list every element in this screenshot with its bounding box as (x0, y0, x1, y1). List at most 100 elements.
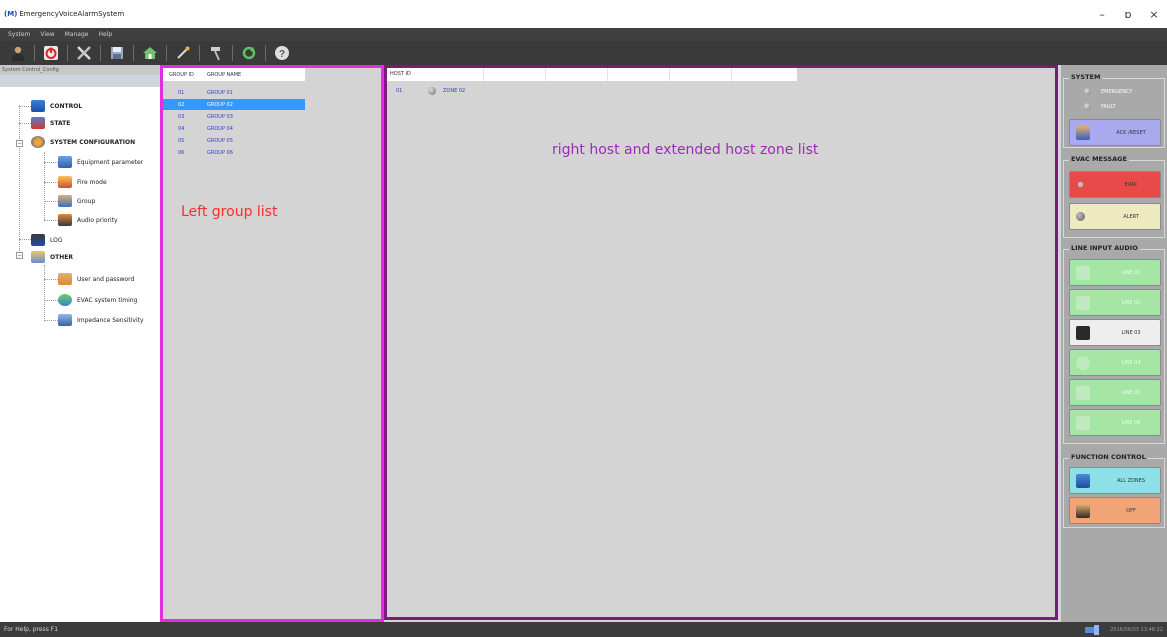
toolbar-separator (100, 45, 101, 61)
log-icon (31, 234, 45, 246)
off-label: OFF (1126, 507, 1136, 514)
tree-item-equipment-parameter[interactable]: Equipment parameter (58, 153, 143, 171)
magic-icon[interactable] (173, 43, 193, 63)
line-03-button[interactable]: LINE 03 (1069, 319, 1161, 346)
fault-indicator: FAULT (1084, 103, 1116, 110)
music-note-icon (1076, 385, 1090, 400)
minimize-button[interactable]: – (1089, 0, 1115, 28)
monitor-icon (31, 100, 45, 112)
function-control-section: FUNCTION CONTROL ALL ZONES OFF (1063, 453, 1165, 528)
tree-label: STATE (50, 119, 71, 127)
line-label: LINE 05 (1121, 389, 1141, 396)
group-row[interactable]: 04 GROUP 04 (163, 123, 305, 134)
alert-label: ALERT (1123, 213, 1139, 220)
refresh-icon[interactable] (239, 43, 259, 63)
tree-label: Equipment parameter (77, 158, 144, 166)
group-row[interactable]: 06 GROUP 06 (163, 147, 305, 158)
power-icon[interactable] (41, 43, 61, 63)
user-password-icon (58, 273, 72, 285)
headphones-icon (1076, 355, 1090, 370)
line-06-button[interactable]: LINE 06 (1069, 409, 1161, 436)
tree-item-evac-system-timing[interactable]: EVAC system timing (58, 291, 137, 309)
menu-help[interactable]: Help (98, 31, 112, 38)
line-01-button[interactable]: LINE 01 (1069, 259, 1161, 286)
network-icon (1085, 624, 1099, 635)
status-bar: For Help, press F1 2016/06/03 13:46:22 (0, 622, 1167, 637)
close-button[interactable]: × (1141, 0, 1167, 28)
alert-button[interactable]: ALERT (1069, 203, 1161, 230)
tree-item-log[interactable]: LOG (31, 231, 63, 249)
hammer-icon[interactable] (206, 43, 226, 63)
tree-item-state[interactable]: STATE (31, 114, 70, 132)
toolbar-separator (67, 45, 68, 61)
annotation-right-host-zone-list: right host and extended host zone list (552, 142, 819, 158)
evac-section-title: EVAC MESSAGE (1069, 155, 1129, 163)
column-header-host-id[interactable]: HOST ID (387, 68, 484, 81)
menu-system[interactable]: System (8, 31, 30, 38)
group-id: 02 (178, 101, 185, 108)
toolbar-separator (34, 45, 35, 61)
line-label: LINE 03 (1121, 329, 1141, 336)
off-button[interactable]: OFF (1069, 497, 1161, 524)
save-icon[interactable] (107, 43, 127, 63)
group-row[interactable]: 05 GROUP 05 (163, 135, 305, 146)
group-row-selected[interactable]: 02 GROUP 02 (163, 99, 305, 110)
tools-icon[interactable] (74, 43, 94, 63)
tree-item-impedance-sensitivity[interactable]: Impedance Sensitivity (58, 311, 144, 329)
group-list-panel: GROUP ID GROUP NAME 01 GROUP 01 02 GROUP… (160, 65, 384, 622)
tree-connector (44, 220, 58, 221)
menu-view[interactable]: View (40, 31, 54, 38)
line-02-button[interactable]: LINE 02 (1069, 289, 1161, 316)
tree-label: EVAC system timing (77, 296, 138, 304)
group-row[interactable]: 01 GROUP 01 (163, 87, 305, 98)
menu-manage[interactable]: Manage (65, 31, 89, 38)
expand-toggle[interactable]: − (16, 140, 23, 147)
menu-bar: System View Manage Help (0, 28, 1167, 41)
tree-item-system-configuration[interactable]: SYSTEM CONFIGURATION (31, 133, 135, 151)
line-input-audio-section: LINE INPUT AUDIO LINE 01 LINE 02 LINE 03… (1063, 244, 1165, 444)
line-label: LINE 01 (1121, 269, 1141, 276)
all-zones-button[interactable]: ALL ZONES (1069, 467, 1161, 494)
tree-item-other[interactable]: OTHER (31, 248, 73, 266)
svg-text:?: ? (279, 49, 285, 60)
column-header-group-name[interactable]: GROUP NAME (207, 72, 241, 78)
column-header-group-id[interactable]: GROUP ID (169, 72, 194, 78)
maximize-button[interactable]: ɒ (1115, 0, 1141, 28)
line-04-button[interactable]: LINE 04 (1069, 349, 1161, 376)
tree-label: SYSTEM CONFIGURATION (50, 138, 136, 146)
group-id: 03 (178, 113, 185, 120)
tree-item-user-and-password[interactable]: User and password (58, 270, 134, 288)
zone-name[interactable]: ZONE 02 (443, 88, 465, 94)
timing-icon (58, 294, 72, 306)
group-row[interactable]: 03 GROUP 03 (163, 111, 305, 122)
tree-connector (44, 201, 58, 202)
evac-button[interactable]: EVAC (1069, 171, 1161, 198)
tree-item-audio-priority[interactable]: Audio priority (58, 211, 118, 229)
tree-label: CONTROL (50, 102, 83, 110)
help-icon[interactable]: ? (272, 43, 292, 63)
off-hand-icon (1076, 503, 1090, 518)
tree-item-fire-mode[interactable]: Fire mode (58, 173, 107, 191)
user-icon[interactable] (8, 43, 28, 63)
tree-item-control[interactable]: CONTROL (31, 97, 82, 115)
expand-toggle[interactable]: − (16, 252, 23, 259)
line-label: LINE 06 (1121, 419, 1141, 426)
fire-icon (58, 176, 72, 188)
control-panel: SYSTEM EMERGENCY FAULT ACK /RESET EVAC M… (1061, 65, 1167, 622)
title-bar: (M) EmergencyVoiceAlarmSystem – ɒ × (0, 0, 1167, 28)
line-05-button[interactable]: LINE 05 (1069, 379, 1161, 406)
app-window: (M) EmergencyVoiceAlarmSystem – ɒ × Syst… (0, 0, 1167, 637)
evac-label: EVAC (1124, 181, 1138, 188)
group-name: GROUP 06 (207, 149, 233, 156)
tree-connector (44, 279, 58, 280)
all-zones-icon (1076, 473, 1090, 488)
system-section: SYSTEM EMERGENCY FAULT ACK /RESET (1063, 73, 1165, 148)
group-name: GROUP 03 (207, 113, 233, 120)
home-icon[interactable] (140, 43, 160, 63)
ack-reset-button[interactable]: ACK /RESET (1069, 119, 1161, 146)
tree-connector (44, 182, 58, 183)
tree-item-group[interactable]: Group (58, 192, 95, 210)
tree-label: Group (77, 197, 96, 205)
ack-reset-label: ACK /RESET (1116, 129, 1146, 136)
host-list-header: HOST ID (387, 68, 797, 81)
